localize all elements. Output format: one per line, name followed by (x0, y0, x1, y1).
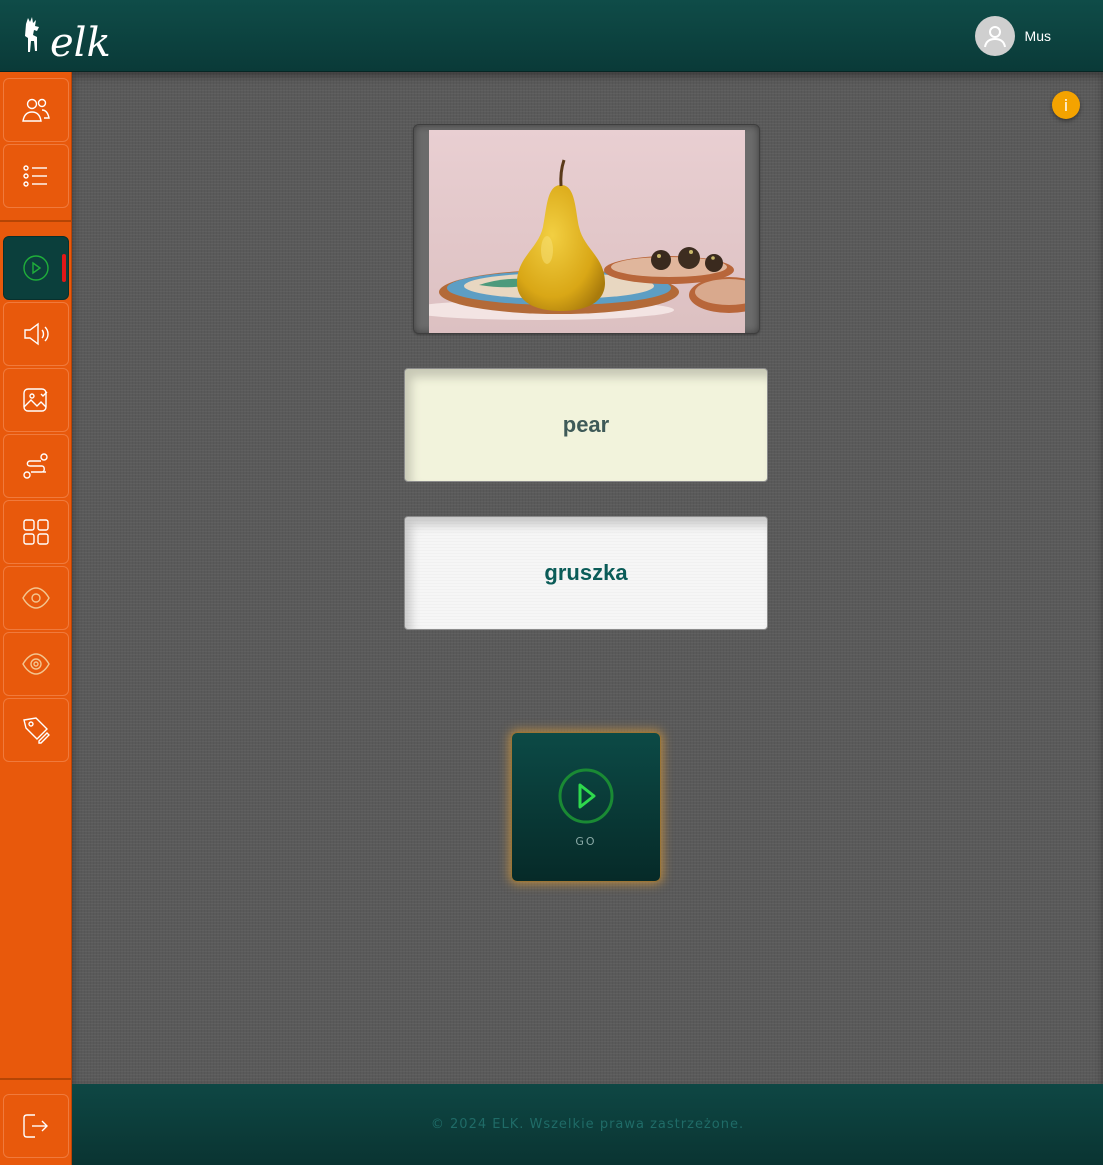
list-icon (23, 165, 47, 187)
logo-text: elk (50, 20, 110, 64)
logout-button[interactable] (3, 1094, 69, 1158)
user-name[interactable]: Mus (1025, 28, 1051, 44)
sidebar-item-users[interactable] (3, 78, 69, 142)
flashcard-image (429, 130, 745, 333)
sidebar-item-route[interactable] (3, 434, 69, 498)
copyright-text: © 2024 ELK. Wszelkie prawa zastrzeżone. (430, 1117, 745, 1132)
play-circle-icon (558, 768, 614, 823)
logout-icon (23, 1114, 48, 1138)
sidebar-item-list[interactable] (3, 144, 69, 208)
speaker-icon (24, 322, 49, 346)
info-button[interactable]: i (1052, 91, 1080, 119)
sidebar-divider (0, 220, 72, 222)
word-english: pear (562, 412, 610, 437)
app-header: elk Mus (0, 0, 1103, 72)
sidebar-item-play[interactable] (3, 236, 69, 300)
image-check-icon (23, 388, 48, 412)
sidebar-item-eye[interactable] (3, 566, 69, 630)
flashcard-image-frame (413, 124, 760, 334)
sidebar-item-tag-edit[interactable] (3, 698, 69, 762)
user-menu[interactable]: Mus (974, 16, 1051, 56)
go-label: GO (575, 834, 597, 848)
word-translation: gruszka (544, 560, 628, 585)
grid-icon (23, 519, 49, 545)
sidebar-bottom-divider (0, 1078, 72, 1080)
sidebar-item-grid[interactable] (3, 500, 69, 564)
word-card-translation[interactable]: gruszka (404, 516, 768, 630)
users-icon (22, 98, 50, 122)
sidebar-item-image-check[interactable] (3, 368, 69, 432)
sidebar-item-eye-target[interactable] (3, 632, 69, 696)
sidebar (0, 72, 72, 1165)
elk-logo[interactable]: elk (20, 10, 111, 66)
word-card-english[interactable]: pear (404, 368, 768, 482)
footer: © 2024 ELK. Wszelkie prawa zastrzeżone. (72, 1084, 1103, 1165)
tag-edit-icon (23, 717, 50, 744)
eye-target-icon (22, 653, 50, 675)
eye-icon (22, 587, 50, 609)
route-icon (23, 453, 48, 479)
user-icon (983, 26, 1006, 48)
sidebar-item-audio[interactable] (3, 302, 69, 366)
flashcard-area: i pear gruszka GO (72, 72, 1103, 1084)
go-button[interactable]: GO (511, 732, 661, 882)
avatar[interactable] (974, 16, 1015, 56)
play-icon (23, 255, 49, 281)
